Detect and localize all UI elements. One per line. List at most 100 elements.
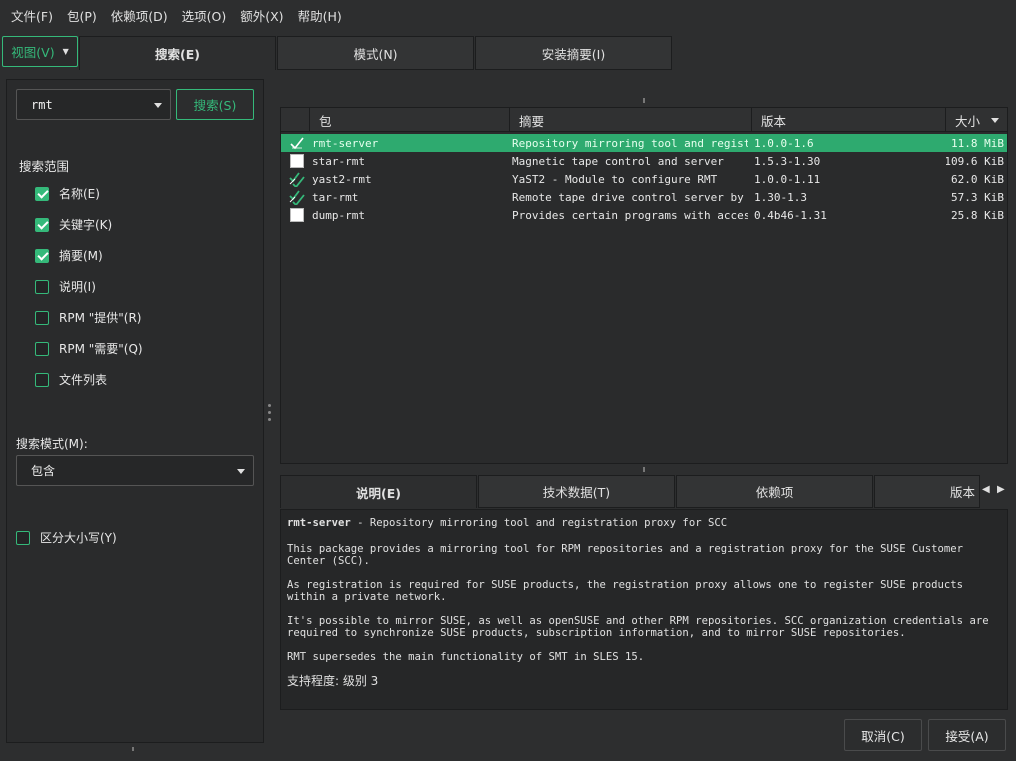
case-sensitive-checkbox[interactable]: 区分大小写(Y): [16, 529, 117, 546]
search-mode-value: 包含: [31, 464, 56, 478]
details-resize-handle[interactable]: [643, 467, 645, 472]
tab-description[interactable]: 说明(E): [280, 475, 477, 508]
not-installed-box-icon[interactable]: [289, 207, 305, 223]
scope-rpm-provides-checkbox[interactable]: RPM "提供"(R): [35, 309, 141, 326]
tab-versions[interactable]: 版本: [874, 475, 980, 508]
checkbox-unchecked-icon: [35, 310, 49, 325]
table-resize-handle[interactable]: [643, 98, 645, 103]
table-row[interactable]: yast2-rmt YaST2 - Module to configure RM…: [281, 170, 1007, 188]
installed-check-icon[interactable]: [289, 135, 305, 151]
column-status[interactable]: [281, 108, 310, 132]
description-headline: - Repository mirroring tool and registra…: [350, 517, 728, 529]
auto-installed-check-icon[interactable]: [289, 189, 305, 205]
row-version: 1.0.0-1.11: [754, 172, 821, 186]
row-package-name: tar-rmt: [312, 190, 359, 204]
table-row[interactable]: tar-rmt Remote tape drive control server…: [281, 188, 1007, 206]
column-summary[interactable]: 摘要: [510, 108, 752, 132]
row-package-name: rmt-server: [312, 136, 379, 150]
scope-rpm-provides-label: RPM "提供"(R): [59, 311, 142, 325]
description-paragraph: This package provides a mirroring tool f…: [287, 543, 964, 567]
table-header: 包 摘要 版本 大小: [281, 108, 1007, 132]
scope-description-label: 说明(I): [59, 280, 96, 294]
column-version-label: 版本: [761, 113, 787, 129]
cancel-button-label: 取消(C): [861, 728, 905, 744]
checkbox-checked-icon: [35, 248, 49, 263]
scope-summary-checkbox[interactable]: 摘要(M): [35, 247, 103, 264]
case-sensitive-label: 区分大小写(Y): [40, 531, 117, 545]
tab-search[interactable]: 搜索(E): [79, 36, 276, 70]
search-panel: rmt 搜索(S) 搜索范围 名称(E) 关键字(K) 摘要(M) 说明(I) …: [6, 79, 264, 743]
scroll-left-icon[interactable]: ◀: [982, 484, 990, 495]
menu-dependencies[interactable]: 依赖项(D): [104, 6, 175, 25]
tab-technical-data[interactable]: 技术数据(T): [478, 475, 675, 508]
row-version: 1.0.0-1.6: [754, 136, 814, 150]
panel-splitter-handle[interactable]: [268, 404, 272, 425]
scope-keywords-checkbox[interactable]: 关键字(K): [35, 216, 112, 233]
row-size: 109.6 KiB: [946, 154, 1004, 168]
scope-rpm-requires-label: RPM "需要"(Q): [59, 342, 143, 356]
package-table: 包 摘要 版本 大小 rmt-server Repository mirrori…: [280, 107, 1008, 464]
tab-dependencies-label: 依赖项: [755, 485, 794, 500]
view-menu-button[interactable]: 视图(V) ▼: [2, 36, 78, 67]
checkbox-checked-icon: [35, 217, 49, 232]
auto-installed-check-icon[interactable]: [289, 171, 305, 187]
column-size[interactable]: 大小: [946, 108, 1007, 132]
search-input-value: rmt: [31, 97, 53, 112]
column-package-label: 包: [319, 113, 332, 129]
search-mode-select[interactable]: 包含: [16, 455, 254, 486]
tab-search-label: 搜索(E): [155, 47, 200, 62]
description-paragraph: RMT supersedes the main functionality of…: [287, 651, 645, 663]
description-paragraph: It's possible to mirror SUSE, as well as…: [287, 615, 989, 639]
tab-installation-summary[interactable]: 安装摘要(I): [475, 36, 672, 70]
row-summary: Remote tape drive control server by GNU: [512, 190, 748, 204]
menu-package[interactable]: 包(P): [60, 6, 104, 25]
tab-patterns-label: 模式(N): [353, 46, 398, 62]
menu-extras[interactable]: 额外(X): [233, 6, 290, 25]
row-package-name: star-rmt: [312, 154, 365, 168]
column-summary-label: 摘要: [519, 113, 545, 129]
row-version: 0.4b46-1.31: [754, 208, 827, 222]
search-mode-label: 搜索模式(M):: [16, 437, 88, 451]
column-size-label: 大小: [955, 113, 981, 129]
tab-installation-summary-label: 安装摘要(I): [541, 46, 606, 62]
column-version[interactable]: 版本: [752, 108, 946, 132]
chevron-down-icon: [237, 468, 245, 474]
table-row[interactable]: rmt-server Repository mirroring tool and…: [281, 134, 1007, 152]
row-version: 1.5.3-1.30: [754, 154, 821, 168]
search-button-label: 搜索(S): [193, 98, 237, 113]
sort-descending-icon: [991, 118, 999, 123]
chevron-down-icon: ▼: [62, 47, 69, 56]
row-version: 1.30-1.3: [754, 190, 807, 204]
table-row[interactable]: dump-rmt Provides certain programs with …: [281, 206, 1007, 224]
support-level: 支持程度: 级别 3: [287, 674, 379, 688]
scope-name-checkbox[interactable]: 名称(E): [35, 185, 100, 202]
search-input[interactable]: rmt: [16, 89, 171, 120]
column-package[interactable]: 包: [310, 108, 510, 132]
cancel-button[interactable]: 取消(C): [844, 719, 922, 751]
scope-rpm-requires-checkbox[interactable]: RPM "需要"(Q): [35, 340, 143, 357]
row-size: 62.0 KiB: [951, 172, 1004, 186]
accept-button-label: 接受(A): [945, 728, 989, 744]
tab-patterns[interactable]: 模式(N): [277, 36, 474, 70]
scope-summary-label: 摘要(M): [59, 249, 103, 263]
accept-button[interactable]: 接受(A): [928, 719, 1006, 751]
menu-help[interactable]: 帮助(H): [291, 6, 349, 25]
description-package-name: rmt-server: [287, 517, 351, 529]
row-size: 25.8 KiB: [951, 208, 1004, 222]
tab-dependencies[interactable]: 依赖项: [676, 475, 873, 508]
menu-file[interactable]: 文件(F): [4, 6, 60, 25]
scope-description-checkbox[interactable]: 说明(I): [35, 278, 96, 295]
menu-options[interactable]: 选项(O): [175, 6, 234, 25]
table-row[interactable]: star-rmt Magnetic tape control and serve…: [281, 152, 1007, 170]
row-summary: Repository mirroring tool and registr…: [512, 136, 748, 150]
not-installed-box-icon[interactable]: [289, 153, 305, 169]
row-size: 57.3 KiB: [951, 190, 1004, 204]
scope-file-list-checkbox[interactable]: 文件列表: [35, 371, 107, 388]
scroll-right-icon[interactable]: ▶: [997, 484, 1005, 495]
package-description: rmt-server - Repository mirroring tool a…: [280, 509, 1008, 710]
search-button[interactable]: 搜索(S): [176, 89, 254, 120]
panel-resize-handle[interactable]: [132, 747, 134, 751]
scope-keywords-label: 关键字(K): [59, 218, 113, 232]
row-summary: Magnetic tape control and server: [512, 154, 724, 168]
tab-technical-data-label: 技术数据(T): [542, 485, 611, 500]
